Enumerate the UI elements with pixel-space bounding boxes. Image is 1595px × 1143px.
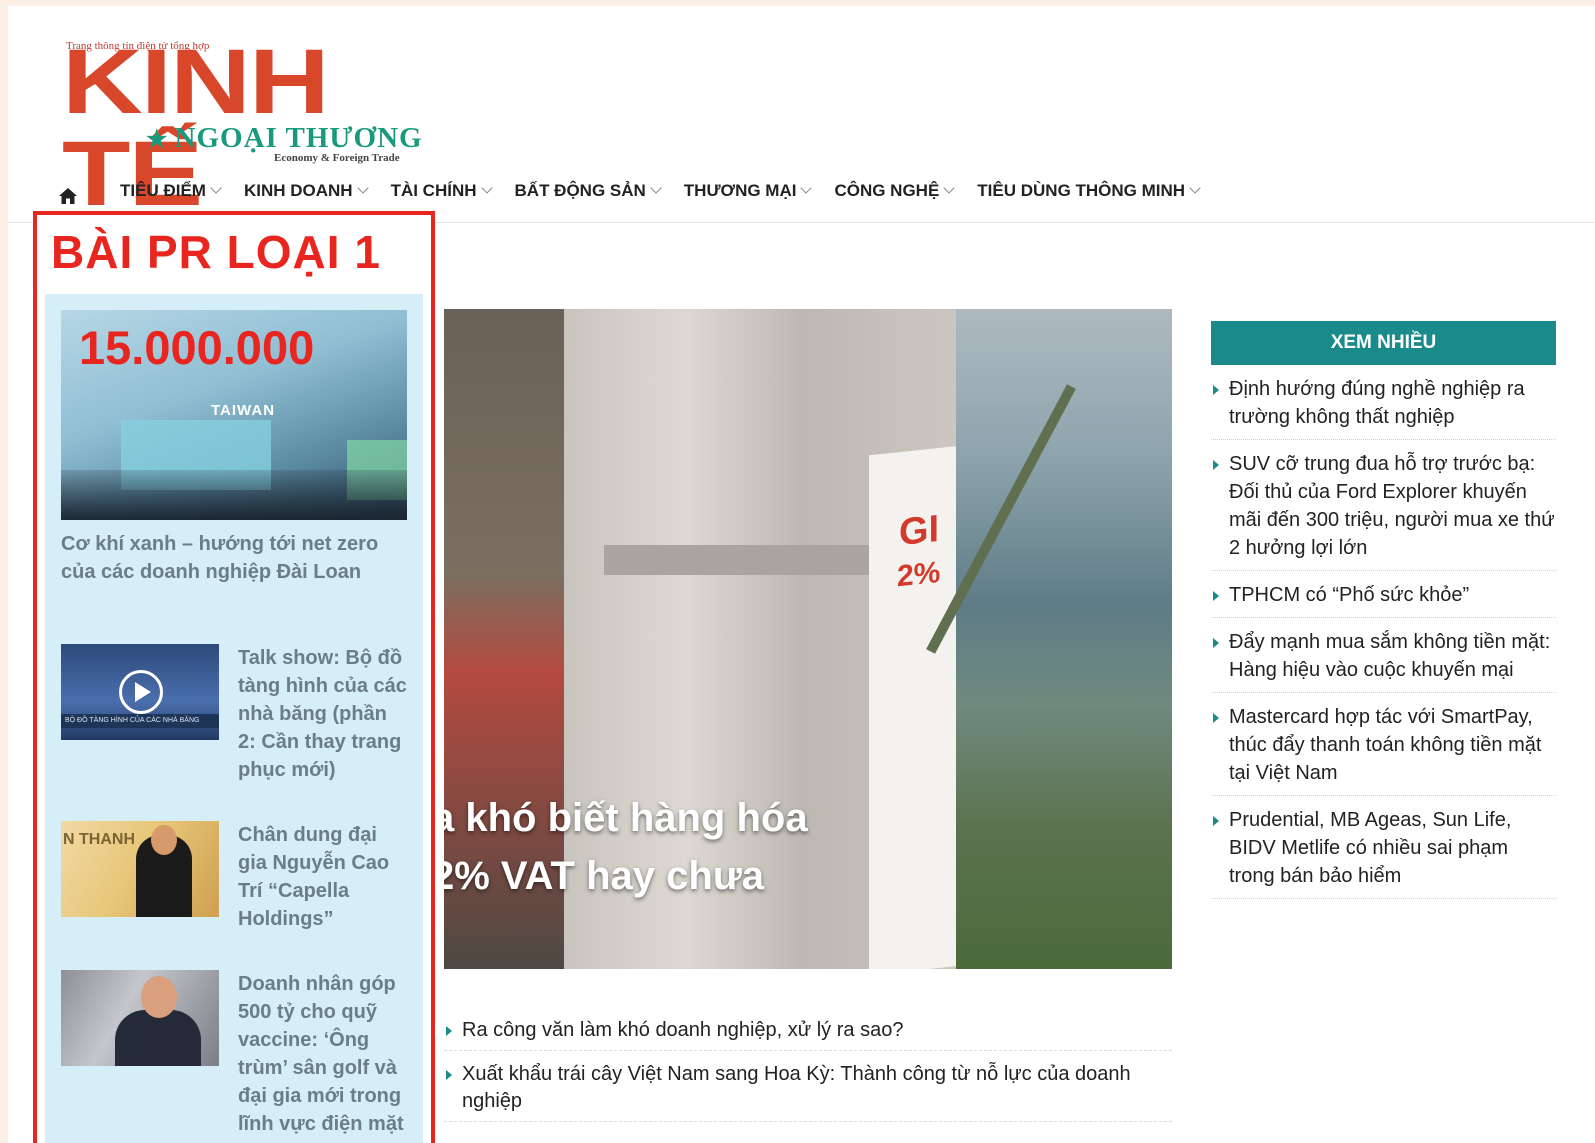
- chevron-down-icon: [943, 182, 955, 194]
- most-viewed-list: Định hướng đúng nghề nghiệp ra trường kh…: [1211, 375, 1556, 909]
- article-thumbnail[interactable]: BỘ ĐỒ TÀNG HÌNH CỦA CÁC NHÀ BĂNG: [61, 644, 219, 740]
- logo-sub-text: ★ NGOẠI THƯƠNG: [146, 122, 423, 155]
- related-article-link[interactable]: Xuất khẩu trái cây Việt Nam sang Hoa Kỳ:…: [444, 1061, 1172, 1122]
- chevron-down-icon: [356, 182, 369, 194]
- most-viewed-item[interactable]: Prudential, MB Ageas, Sun Life, BIDV Met…: [1211, 806, 1556, 899]
- aerial-photo: [926, 309, 1172, 969]
- nav-item-tieu-dung-thong-minh[interactable]: TIÊU DÙNG THÔNG MINH: [977, 174, 1201, 208]
- pr-price: 15.000.000: [79, 321, 315, 374]
- nav-item-tieu-diem[interactable]: TIÊU ĐIỂM: [120, 174, 222, 208]
- nav-label: TIÊU DÙNG THÔNG MINH: [977, 181, 1186, 200]
- headline-line: a khó biết hàng hóa: [444, 796, 808, 840]
- most-viewed-item[interactable]: Mastercard hợp tác với SmartPay, thúc đẩ…: [1211, 703, 1556, 796]
- site-logo[interactable]: Trang thông tin điện tử tổng hợp KINH TẾ…: [62, 18, 462, 220]
- pr-hero-title-link[interactable]: Cơ khí xanh – hướng tới net zero của các…: [61, 530, 401, 586]
- article-title-link[interactable]: Chân dung đại gia Nguyễn Cao Trí “Capell…: [238, 821, 408, 933]
- crowd-shadow: [61, 470, 407, 520]
- nav-item-thuong-mai[interactable]: THƯƠNG MẠI: [683, 174, 813, 208]
- person-face: [151, 825, 177, 855]
- sign-percent: 2%: [897, 555, 941, 594]
- article-thumbnail[interactable]: [61, 970, 219, 1066]
- nav-label: TÀI CHÍNH: [390, 181, 477, 200]
- article-title-link[interactable]: Talk show: Bộ đồ tàng hình của các nhà b…: [238, 644, 408, 784]
- home-icon[interactable]: [58, 186, 78, 206]
- pr-title: BÀI PR LOẠI 1: [51, 226, 381, 278]
- nav-label: KINH DOANH: [243, 181, 353, 200]
- booth-brand-text: TAIWAN: [211, 402, 276, 419]
- nav-item-kinh-doanh[interactable]: KINH DOANH: [243, 174, 369, 208]
- most-viewed-item[interactable]: SUV cỡ trung đua hỗ trợ trước bạ: Đối th…: [1211, 450, 1556, 571]
- article-thumbnail[interactable]: N THANH: [61, 821, 219, 917]
- article-title-link[interactable]: Doanh nhân góp 500 tỷ cho quỹ vaccine: ‘…: [238, 970, 408, 1138]
- headline-line: 2% VAT hay chưa: [444, 854, 765, 898]
- page: Trang thông tin điện tử tổng hợp KINH TẾ…: [8, 6, 1595, 1143]
- nav-label: TIÊU ĐIỂM: [120, 181, 206, 200]
- nav-item-tai-chinh[interactable]: TÀI CHÍNH: [390, 174, 493, 208]
- chevron-down-icon: [800, 182, 813, 194]
- featured-headline[interactable]: a khó biết hàng hóa 2% VAT hay chưa: [444, 789, 932, 905]
- featured-article-image[interactable]: GI 2% a khó biết hàng hóa 2% VAT hay chư…: [444, 309, 1172, 969]
- chevron-down-icon: [210, 182, 222, 194]
- most-viewed-item[interactable]: Định hướng đúng nghề nghiệp ra trường kh…: [1211, 375, 1556, 440]
- play-icon[interactable]: [119, 670, 163, 714]
- nav-label: BẤT ĐỘNG SẢN: [514, 181, 646, 200]
- pr-highlight-box: BÀI PR LOẠI 1 TAIWAN 15.000.000 Cơ khí x…: [33, 211, 435, 1143]
- most-viewed-header: XEM NHIỀU: [1211, 321, 1556, 365]
- thumbnail-caption: BỘ ĐỒ TÀNG HÌNH CỦA CÁC NHÀ BĂNG: [61, 714, 219, 728]
- chevron-down-icon: [650, 182, 662, 194]
- thumbnail-caption: N THANH: [63, 831, 135, 848]
- nav-label: THƯƠNG MẠI: [683, 181, 797, 200]
- nav-item-cong-nghe[interactable]: CÔNG NGHỆ: [834, 174, 955, 208]
- nav-label: CÔNG NGHỆ: [834, 181, 940, 200]
- nav-item-bat-dong-san[interactable]: BẤT ĐỘNG SẢN: [514, 174, 662, 208]
- person-suit: [115, 1010, 201, 1066]
- pr-article-panel: TAIWAN 15.000.000 Cơ khí xanh – hướng tớ…: [45, 294, 423, 1143]
- featured-related-list: Ra công văn làm khó doanh nghiệp, xử lý …: [444, 1017, 1172, 1132]
- chevron-down-icon: [1189, 182, 1201, 194]
- person-face: [141, 976, 177, 1018]
- most-viewed-item[interactable]: Đẩy mạnh mua sắm không tiền mặt: Hàng hi…: [1211, 628, 1556, 693]
- star-icon: ★: [146, 127, 169, 153]
- related-article-link[interactable]: Ra công văn làm khó doanh nghiệp, xử lý …: [444, 1017, 1172, 1051]
- sign-text: GI: [899, 507, 940, 555]
- most-viewed-item[interactable]: TPHCM có “Phố sức khỏe”: [1211, 581, 1556, 618]
- chevron-down-icon: [480, 182, 493, 194]
- logo-english: Economy & Foreign Trade: [274, 152, 400, 164]
- logo-sub-label: NGOẠI THƯƠNG: [174, 122, 423, 154]
- nav-menu: TIÊU ĐIỂM KINH DOANH TÀI CHÍNH BẤT ĐỘNG …: [120, 174, 1223, 208]
